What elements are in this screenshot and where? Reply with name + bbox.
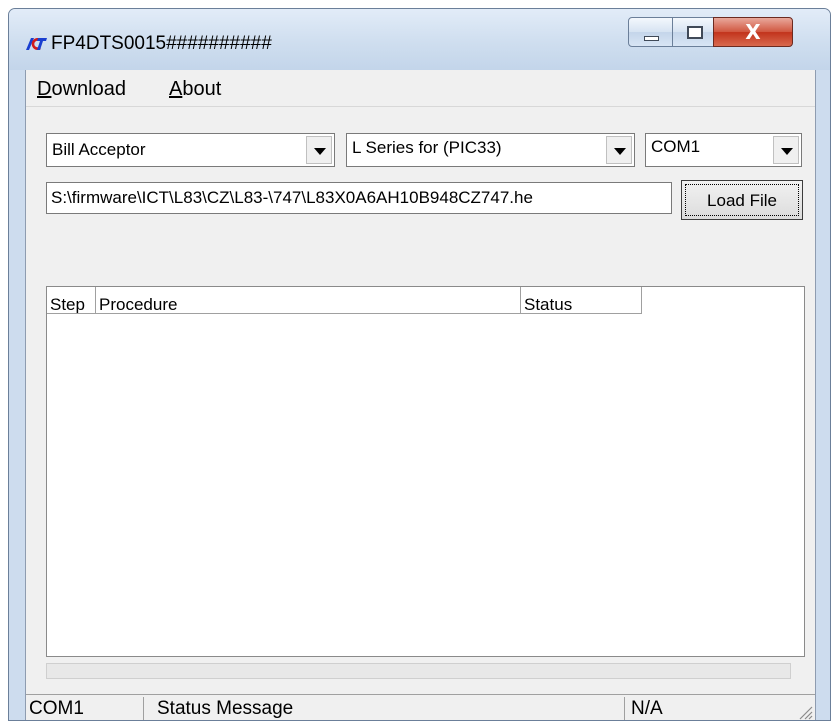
column-status[interactable]: Status	[521, 287, 642, 314]
device-type-select[interactable]: Bill Acceptor	[46, 133, 335, 167]
maximize-icon	[687, 26, 703, 39]
series-value: L Series for (PIC33)	[352, 138, 502, 157]
chevron-down-icon[interactable]	[306, 136, 332, 164]
menu-bar: Download About	[26, 70, 815, 107]
series-select[interactable]: L Series for (PIC33)	[346, 133, 635, 167]
resize-grip-icon[interactable]	[797, 704, 813, 720]
client-area: Download About Bill Acceptor L Series fo…	[25, 70, 816, 720]
status-bar: COM1 Status Message N/A	[26, 694, 815, 720]
title-bar[interactable]: FP4DTS0015########## X	[9, 9, 830, 70]
minimize-icon	[644, 36, 659, 41]
menu-download-accel: D	[37, 78, 52, 100]
port-value: COM1	[651, 137, 701, 156]
status-value: N/A	[631, 698, 663, 719]
ict-logo-icon	[26, 38, 47, 50]
port-select[interactable]: COM1	[645, 133, 802, 167]
close-icon: X	[745, 20, 761, 44]
status-message: Status Message	[147, 697, 625, 720]
app-window: FP4DTS0015########## X Download About Bi…	[8, 8, 831, 721]
window-title: FP4DTS0015##########	[51, 33, 272, 54]
menu-download[interactable]: Download	[37, 78, 126, 101]
menu-about[interactable]: About	[169, 78, 221, 101]
progress-bar	[46, 663, 791, 679]
maximize-button[interactable]	[672, 17, 714, 47]
menu-download-label: ownload	[51, 78, 126, 100]
load-file-label: Load File	[685, 184, 799, 216]
close-button[interactable]: X	[713, 17, 793, 47]
column-procedure[interactable]: Procedure	[96, 287, 521, 314]
file-path-input[interactable]: S:\firmware\ICT\L83\CZ\L83-\747\L83X0A6A…	[46, 182, 672, 214]
procedure-list[interactable]: Step Procedure Status	[46, 286, 805, 657]
column-step[interactable]: Step	[47, 287, 96, 314]
device-type-value: Bill Acceptor	[52, 140, 146, 159]
menu-about-accel: A	[169, 78, 183, 100]
load-file-button[interactable]: Load File	[681, 180, 803, 220]
chevron-down-icon[interactable]	[606, 136, 632, 164]
minimize-button[interactable]	[628, 17, 673, 47]
status-port: COM1	[26, 697, 144, 720]
menu-about-label: bout	[182, 78, 222, 100]
chevron-down-icon[interactable]	[773, 136, 799, 164]
